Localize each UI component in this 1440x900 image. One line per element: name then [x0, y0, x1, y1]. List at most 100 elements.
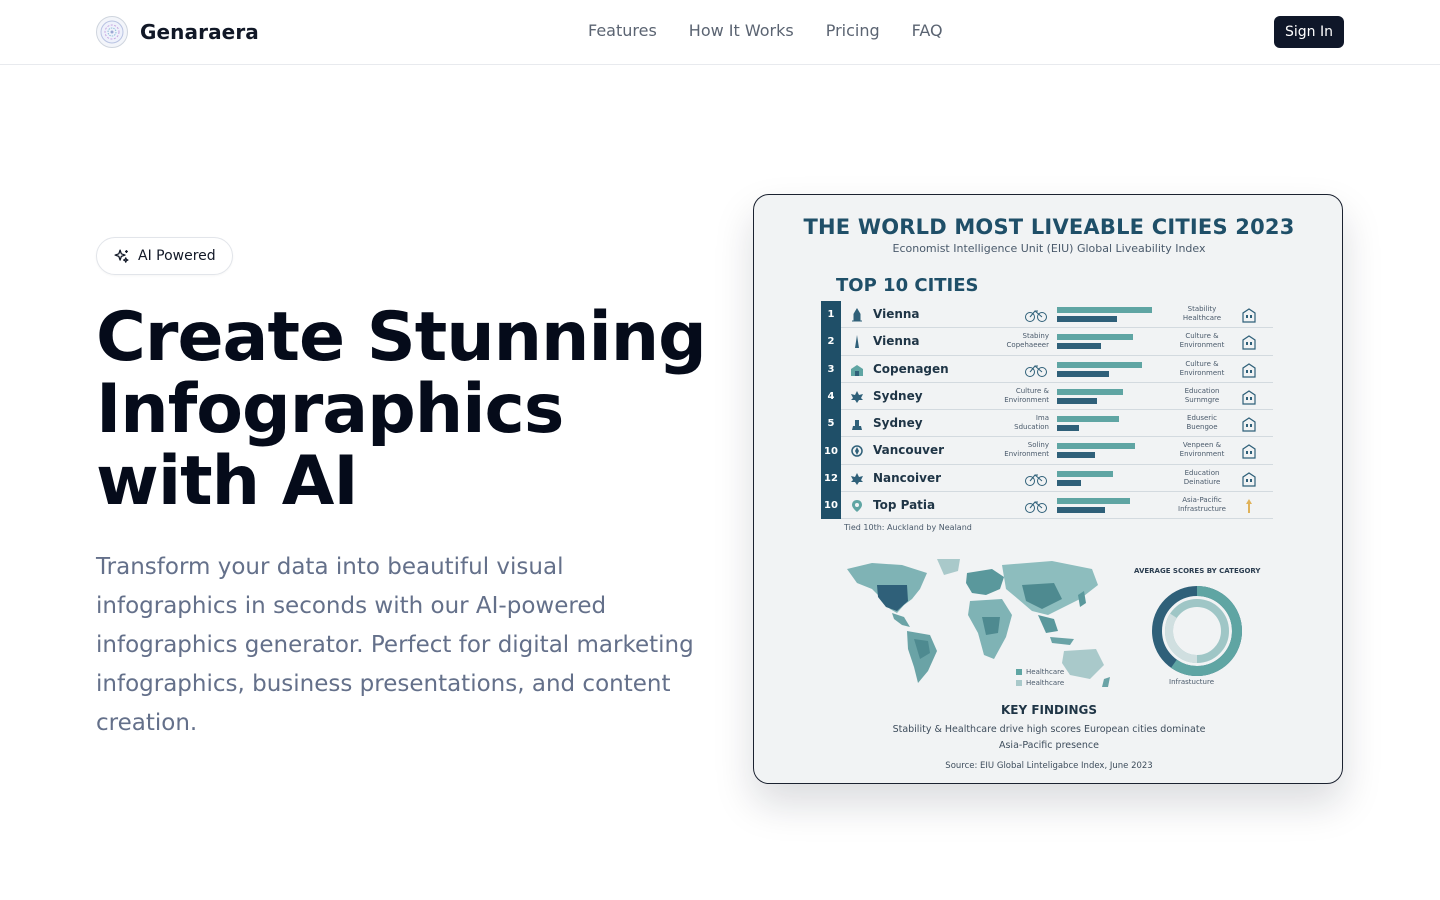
nav-how-it-works[interactable]: How It Works — [689, 21, 794, 40]
city-rank: 3 — [821, 355, 841, 383]
table-row: 4 Sydney Culture & Environment Education Su… — [821, 382, 1273, 411]
city-rank: 5 — [821, 410, 841, 438]
table-row: 10 Top Patia Asia-Pacific Infrastructure — [821, 492, 1273, 520]
score-bar-secondary — [1057, 425, 1079, 432]
building-icon — [1246, 499, 1252, 514]
building-icon — [1242, 417, 1256, 432]
row-label-right: Venpeen & Environment — [1179, 441, 1225, 459]
score-bar-primary — [1057, 498, 1130, 505]
hero-description: Transform your data into beautiful visua… — [96, 554, 694, 736]
city-rank: 1 — [821, 301, 841, 329]
row-label-right: Culture & Environment — [1179, 359, 1225, 377]
table-row: 12 Nancoiver Education Deinatiure — [821, 464, 1273, 493]
city-name: Vienna — [873, 307, 920, 321]
tied-note: Tied 10th: Auckland by Nealand — [844, 523, 972, 532]
landmark-icon — [851, 472, 863, 485]
sign-in-button[interactable]: Sign In — [1274, 16, 1344, 48]
infographic-section-title: TOP 10 CITIES — [836, 275, 979, 296]
score-bar-primary — [1057, 388, 1123, 395]
score-bar-secondary — [1057, 316, 1117, 322]
category-icon — [1025, 501, 1047, 514]
infographic-title: THE WORLD MOST LIVEABLE CITIES 2023 — [803, 215, 1295, 239]
legend-label: Healthcare — [1026, 679, 1065, 687]
score-bar-primary — [1057, 307, 1152, 313]
sparkles-icon — [114, 248, 129, 263]
city-name: Top Patia — [873, 498, 936, 513]
key-findings-line-2: Asia-Pacific presence — [998, 740, 1099, 751]
city-rank: 10 — [821, 492, 841, 520]
score-bar-secondary — [1057, 343, 1101, 350]
map-legend: Healthcare Healthcare — [1016, 667, 1064, 689]
landmark-icon — [851, 445, 863, 458]
city-rank: 4 — [821, 382, 841, 411]
donut-chart — [1152, 586, 1242, 676]
landmark-icon — [853, 335, 861, 349]
building-icon — [1242, 362, 1256, 378]
landmark-icon — [852, 500, 862, 513]
brand-logo-icon — [96, 16, 128, 48]
row-label-right: Stability Healthcare — [1182, 305, 1222, 322]
key-findings-title: KEY FINDINGS — [1000, 703, 1098, 717]
main-nav: Features How It Works Pricing FAQ — [588, 21, 943, 40]
nav-pricing[interactable]: Pricing — [826, 21, 880, 40]
score-bar-secondary — [1057, 370, 1109, 377]
landmark-icon — [851, 364, 863, 376]
building-icon — [1242, 308, 1256, 323]
donut-label: Infrastucture — [1169, 678, 1215, 686]
site-header: Genaraera Features How It Works Pricing … — [0, 0, 1440, 65]
hero-title-line-3: with AI — [96, 442, 359, 521]
badge-label: AI Powered — [138, 248, 216, 264]
building-icon — [1242, 335, 1256, 350]
nav-faq[interactable]: FAQ — [912, 21, 943, 40]
landmark-icon — [852, 420, 862, 431]
city-name: Vienna — [873, 334, 920, 349]
score-bar-primary — [1057, 361, 1142, 368]
city-rank: 10 — [821, 437, 841, 465]
city-rank: 12 — [821, 464, 841, 493]
row-label-right: Education Surnmgre — [1184, 386, 1220, 404]
city-name: Nancoiver — [873, 470, 942, 485]
hero-title-line-2: Infographics — [96, 370, 564, 449]
category-icon — [1025, 310, 1047, 322]
hero-title: Create Stunning Infographics with AI — [96, 302, 736, 518]
ai-powered-badge: AI Powered — [96, 237, 233, 275]
city-name: Copenagen — [873, 361, 949, 376]
infographic-subtitle: Economist Intelligence Unit (EIU) Global… — [892, 242, 1206, 255]
table-row: 3 Copenagen Culture & Environment — [821, 355, 1273, 383]
row-label-right: Eduseric Buengoe — [1186, 414, 1218, 432]
category-icon — [1025, 364, 1047, 377]
building-icon — [1242, 444, 1256, 460]
table-row: 1 Vienna Stability Healthcare — [821, 301, 1273, 329]
legend-item: Healthcare — [1016, 667, 1064, 678]
landmark-icon — [851, 390, 863, 403]
row-label-left: Culture & Environment — [1004, 386, 1049, 404]
key-findings-line-1: Stability & Healthcare drive high scores… — [892, 724, 1206, 735]
hero-title-line-1: Create Stunning — [96, 298, 707, 377]
infographic-source: Source: EIU Global Linteligabce Index, J… — [945, 761, 1153, 771]
avg-scores-title: AVERAGE SCORES BY CATEGORY — [1134, 567, 1261, 575]
infographic-preview: THE WORLD MOST LIVEABLE CITIES 2023 Econ… — [753, 194, 1343, 784]
brand-name: Genaraera — [140, 20, 259, 44]
legend-item: Healthcare — [1016, 678, 1064, 689]
city-name: Vancouver — [873, 443, 945, 458]
score-bar-secondary — [1057, 452, 1095, 459]
score-bar-primary — [1057, 443, 1135, 450]
row-label-right: Culture & Environment — [1179, 332, 1225, 350]
row-label-left: Stabiny Copehaeeer — [1006, 332, 1049, 350]
world-map-icon — [847, 559, 1110, 687]
category-icon — [1025, 474, 1047, 486]
building-icon — [1242, 472, 1256, 487]
row-label-right: Education Deinatiure — [1183, 468, 1221, 486]
score-bar-primary — [1057, 416, 1119, 423]
table-row: 5 Sydney Ima Sducation Eduseric Buengoe — [821, 410, 1273, 438]
building-icon — [1242, 390, 1256, 405]
score-bar-primary — [1057, 334, 1133, 341]
nav-features[interactable]: Features — [588, 21, 657, 40]
score-bar-secondary — [1057, 507, 1105, 514]
legend-label: Healthcare — [1026, 668, 1065, 676]
row-label-right: Asia-Pacific Infrastructure — [1178, 496, 1226, 514]
score-bar-primary — [1057, 470, 1113, 477]
landmark-icon — [852, 308, 862, 322]
score-bar-secondary — [1057, 479, 1081, 486]
brand[interactable]: Genaraera — [96, 16, 259, 48]
